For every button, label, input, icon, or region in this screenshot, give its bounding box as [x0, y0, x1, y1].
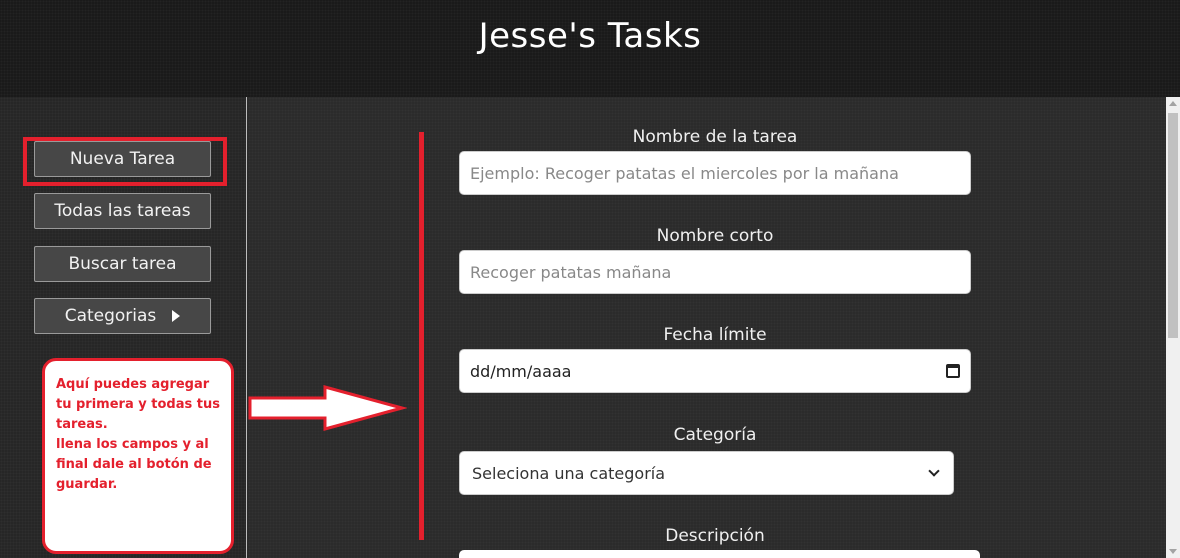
help-note-line-2: llena los campos y al final dale al botó… [56, 437, 212, 492]
scroll-down-icon[interactable] [1169, 549, 1177, 554]
caret-right-icon [172, 310, 181, 322]
calendar-icon[interactable] [946, 364, 960, 378]
short-name-placeholder: Recoger patatas mañana [470, 262, 672, 282]
task-name-placeholder: Ejemplo: Recoger patatas el miercoles po… [470, 163, 899, 183]
app-title: Jesse's Tasks [478, 16, 702, 56]
app-header: Jesse's Tasks [0, 0, 1180, 97]
deadline-input[interactable]: dd/mm/aaaa [459, 349, 971, 393]
scroll-up-icon[interactable] [1169, 101, 1177, 106]
scrollbar[interactable] [1166, 97, 1180, 558]
highlight-box [23, 137, 227, 186]
description-input[interactable] [459, 550, 980, 558]
highlight-line [419, 132, 424, 540]
short-name-label: Nombre corto [656, 226, 774, 246]
help-note-line-1: Aquí puedes agregar tu primera y todas t… [56, 377, 220, 432]
category-selected: Seleciona una categoría [472, 463, 666, 483]
task-name-label: Nombre de la tarea [632, 127, 798, 147]
search-task-button[interactable]: Buscar tarea [34, 246, 211, 282]
chevron-down-icon [928, 465, 940, 477]
deadline-label: Fecha límite [663, 325, 767, 345]
arrow-icon [248, 385, 407, 431]
scroll-thumb[interactable] [1168, 113, 1178, 338]
description-label: Descripción [665, 526, 765, 546]
category-label: Categoría [673, 425, 757, 445]
all-tasks-button[interactable]: Todas las tareas [34, 193, 211, 229]
categories-label: Categorias [64, 306, 157, 326]
task-name-input[interactable]: Ejemplo: Recoger patatas el miercoles po… [459, 151, 971, 195]
deadline-placeholder: dd/mm/aaaa [470, 361, 572, 381]
short-name-input[interactable]: Recoger patatas mañana [459, 250, 971, 294]
search-task-label: Buscar tarea [68, 254, 177, 274]
help-note: Aquí puedes agregar tu primera y todas t… [42, 358, 234, 554]
category-select[interactable]: Seleciona una categoría [459, 451, 954, 495]
all-tasks-label: Todas las tareas [54, 201, 191, 221]
categories-button[interactable]: Categorias [34, 298, 211, 334]
